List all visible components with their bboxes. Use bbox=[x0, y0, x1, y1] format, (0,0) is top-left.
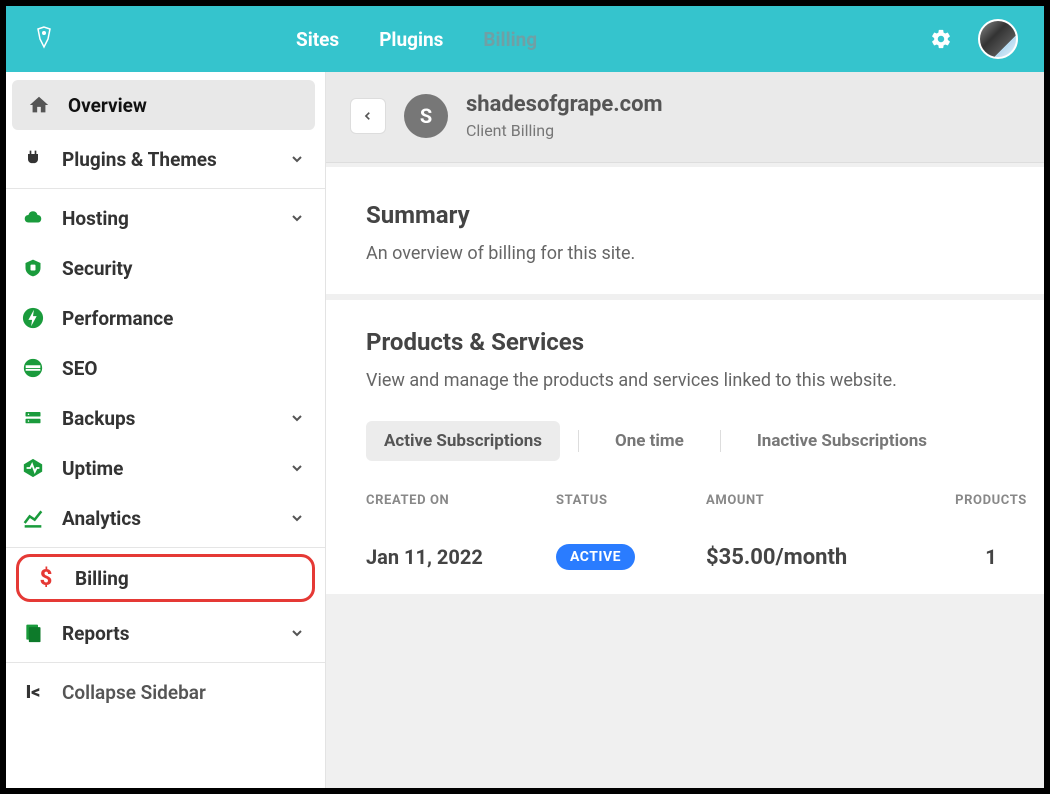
products-desc: View and manage the products and service… bbox=[366, 370, 1004, 391]
uptime-icon bbox=[20, 455, 46, 481]
site-name: shadesofgrape.com bbox=[466, 92, 663, 117]
top-nav: Sites Plugins Billing bbox=[296, 28, 537, 51]
sidebar-item-plugins-themes[interactable]: Plugins & Themes bbox=[6, 134, 325, 184]
table-row[interactable]: Jan 11, 2022 ACTIVE $35.00/month 1 bbox=[366, 526, 1004, 594]
nav-billing[interactable]: Billing bbox=[483, 28, 537, 51]
sidebar-item-reports[interactable]: Reports bbox=[6, 608, 325, 658]
sidebar-item-label: Analytics bbox=[62, 507, 141, 530]
products-title: Products & Services bbox=[366, 328, 1004, 356]
sidebar-item-label: Uptime bbox=[62, 457, 123, 480]
divider bbox=[578, 430, 579, 452]
nav-plugins[interactable]: Plugins bbox=[379, 28, 443, 51]
tab-inactive-subscriptions[interactable]: Inactive Subscriptions bbox=[739, 421, 945, 461]
chevron-down-icon bbox=[289, 151, 305, 167]
divider bbox=[720, 430, 721, 452]
col-amount: AMOUNT bbox=[706, 493, 936, 508]
chevron-down-icon bbox=[289, 510, 305, 526]
seo-icon bbox=[20, 355, 46, 381]
reports-icon bbox=[20, 620, 46, 646]
plug-icon bbox=[20, 146, 46, 172]
site-badge: S bbox=[404, 94, 448, 138]
home-icon bbox=[26, 92, 52, 118]
filter-tabs: Active Subscriptions One time Inactive S… bbox=[366, 421, 1004, 461]
cell-products: 1 bbox=[936, 545, 1044, 569]
chevron-down-icon bbox=[289, 625, 305, 641]
app-logo bbox=[32, 24, 56, 54]
cell-created: Jan 11, 2022 bbox=[366, 545, 556, 569]
gear-icon[interactable] bbox=[930, 28, 952, 50]
sidebar-item-hosting[interactable]: Hosting bbox=[6, 193, 325, 243]
analytics-icon bbox=[20, 505, 46, 531]
summary-title: Summary bbox=[366, 201, 1004, 229]
products-panel: Products & Services View and manage the … bbox=[326, 300, 1044, 594]
sidebar-item-performance[interactable]: Performance bbox=[6, 293, 325, 343]
sidebar-item-label: Overview bbox=[68, 94, 147, 117]
chevron-left-icon bbox=[363, 109, 373, 123]
sidebar-item-billing[interactable]: $ Billing bbox=[16, 554, 315, 602]
table-header: CREATED ON STATUS AMOUNT PRODUCTS bbox=[366, 487, 1004, 526]
col-created: CREATED ON bbox=[366, 493, 556, 508]
sidebar-item-overview[interactable]: Overview bbox=[12, 80, 315, 130]
sidebar-item-label: Plugins & Themes bbox=[62, 148, 217, 171]
sidebar: Overview Plugins & Themes Hosting Securi… bbox=[6, 72, 326, 788]
user-avatar[interactable] bbox=[978, 19, 1018, 59]
sidebar-item-label: Hosting bbox=[62, 207, 129, 230]
sidebar-item-analytics[interactable]: Analytics bbox=[6, 493, 325, 543]
chevron-down-icon bbox=[289, 210, 305, 226]
cloud-icon bbox=[20, 205, 46, 231]
col-status: STATUS bbox=[556, 493, 706, 508]
sidebar-item-label: SEO bbox=[62, 357, 98, 380]
back-button[interactable] bbox=[350, 98, 386, 134]
dollar-icon: $ bbox=[33, 565, 59, 591]
col-products: PRODUCTS bbox=[936, 493, 1044, 508]
sidebar-item-label: Collapse Sidebar bbox=[62, 681, 206, 704]
sidebar-item-label: Billing bbox=[75, 567, 129, 590]
site-subtitle: Client Billing bbox=[466, 121, 663, 140]
status-badge: ACTIVE bbox=[556, 544, 635, 570]
main-header: S shadesofgrape.com Client Billing bbox=[326, 72, 1044, 163]
tab-one-time[interactable]: One time bbox=[597, 421, 702, 461]
backups-icon bbox=[20, 405, 46, 431]
tab-active-subscriptions[interactable]: Active Subscriptions bbox=[366, 421, 560, 461]
sidebar-item-label: Security bbox=[62, 257, 132, 280]
sidebar-item-label: Reports bbox=[62, 622, 129, 645]
main-content: S shadesofgrape.com Client Billing Summa… bbox=[326, 72, 1044, 788]
sidebar-item-backups[interactable]: Backups bbox=[6, 393, 325, 443]
sidebar-item-label: Performance bbox=[62, 307, 173, 330]
sidebar-item-seo[interactable]: SEO bbox=[6, 343, 325, 393]
cell-amount: $35.00/month bbox=[706, 545, 936, 570]
sidebar-item-collapse[interactable]: I< Collapse Sidebar bbox=[6, 667, 325, 717]
sidebar-item-label: Backups bbox=[62, 407, 135, 430]
chevron-down-icon bbox=[289, 460, 305, 476]
sidebar-item-uptime[interactable]: Uptime bbox=[6, 443, 325, 493]
cell-status: ACTIVE bbox=[556, 544, 706, 570]
nav-sites[interactable]: Sites bbox=[296, 28, 339, 51]
shield-icon bbox=[20, 255, 46, 281]
chevron-down-icon bbox=[289, 410, 305, 426]
collapse-icon: I< bbox=[20, 679, 46, 705]
sidebar-item-security[interactable]: Security bbox=[6, 243, 325, 293]
summary-panel: Summary An overview of billing for this … bbox=[326, 167, 1044, 294]
summary-desc: An overview of billing for this site. bbox=[366, 243, 1004, 264]
bolt-icon bbox=[20, 305, 46, 331]
top-bar: Sites Plugins Billing bbox=[6, 6, 1044, 72]
